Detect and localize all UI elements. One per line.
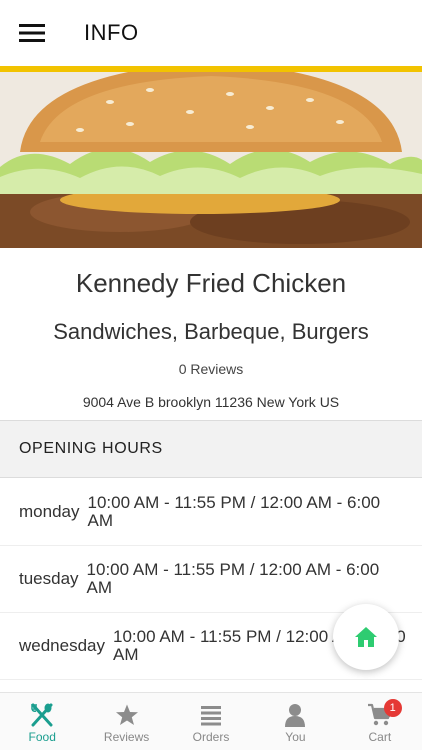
tab-label: Food <box>28 730 56 744</box>
top-app-bar: INFO <box>0 0 422 66</box>
cart-count-badge: 1 <box>383 699 402 717</box>
tab-food[interactable]: Food <box>0 693 84 750</box>
menu-button[interactable] <box>0 0 64 66</box>
review-count[interactable]: 0 Reviews <box>0 361 422 377</box>
star-icon <box>115 704 138 725</box>
day-label: wednesday <box>19 636 106 655</box>
tab-reviews[interactable]: Reviews <box>84 693 168 750</box>
bottom-navigation: Food Reviews Orders You 1 Cart <box>0 692 422 750</box>
restaurant-address: 9004 Ave B brooklyn 11236 New York US <box>82 394 340 410</box>
hours-value: 10:00 AM - 11:55 PM / 12:00 AM - 6:00 AM <box>86 560 380 597</box>
food-icon <box>31 703 53 727</box>
tab-label: Reviews <box>103 730 150 744</box>
day-label: monday <box>19 502 80 521</box>
tab-orders[interactable]: Orders <box>169 693 253 750</box>
tab-label: Cart <box>368 730 392 744</box>
list-icon <box>201 706 222 726</box>
opening-hours-header: OPENING HOURS <box>0 420 422 478</box>
user-icon <box>285 704 306 727</box>
home-icon <box>355 627 377 647</box>
hamburger-icon <box>19 24 45 42</box>
tab-you[interactable]: You <box>253 693 337 750</box>
hero-image <box>0 72 422 248</box>
tab-label: Orders <box>192 730 230 744</box>
restaurant-name: Kennedy Fried Chicken <box>75 268 347 298</box>
hours-row: tuesday 10:00 AM - 11:55 PM / 12:00 AM -… <box>0 546 422 613</box>
tab-cart[interactable]: 1 Cart <box>338 693 422 750</box>
restaurant-cuisines: Sandwiches, Barbeque, Burgers <box>53 319 369 344</box>
tab-label: You <box>285 730 306 744</box>
hours-row: monday 10:00 AM - 11:55 PM / 12:00 AM - … <box>0 479 422 546</box>
restaurant-info: Kennedy Fried Chicken Sandwiches, Barbeq… <box>0 248 422 420</box>
hours-value: 10:00 AM - 11:55 PM / 12:00 AM - 6:00 AM <box>87 493 381 530</box>
day-label: tuesday <box>19 569 79 588</box>
page-title: INFO <box>84 20 139 45</box>
home-fab-button[interactable] <box>333 604 399 670</box>
